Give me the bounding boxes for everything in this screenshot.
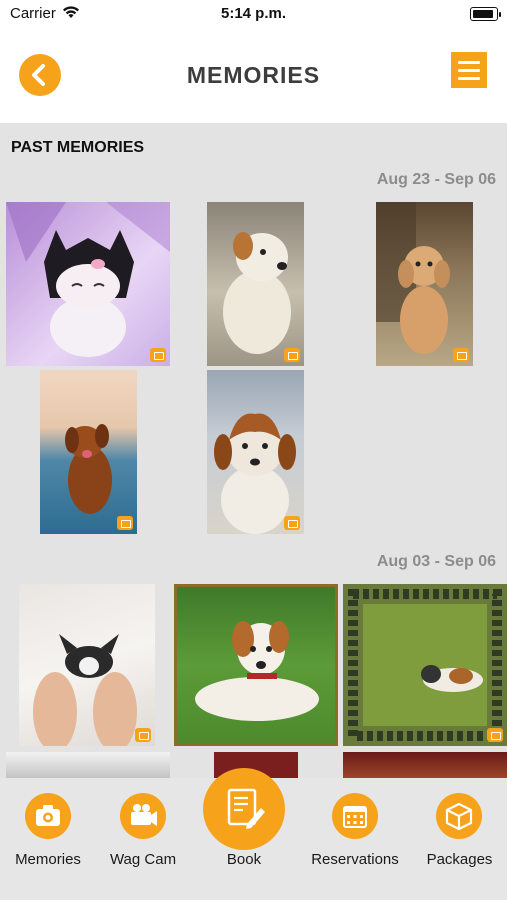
clock: 5:14 p.m.: [220, 5, 287, 22]
puppy-in-hands-image: [33, 634, 137, 746]
tab-packages[interactable]: Packages: [412, 778, 507, 900]
tab-memories[interactable]: Memories: [0, 778, 96, 900]
cat-jumping-image: [348, 589, 502, 741]
camera-icon: [36, 805, 60, 826]
memory-photo[interactable]: [207, 202, 304, 366]
tab-label: Reservations: [311, 851, 399, 868]
book-button[interactable]: [203, 768, 285, 850]
video-camera-icon: [131, 804, 157, 826]
video-badge-icon: [284, 516, 300, 530]
plush-image: [6, 202, 170, 357]
memory-photo[interactable]: [343, 752, 507, 778]
tab-label: Memories: [15, 851, 81, 868]
memory-photo[interactable]: [6, 202, 170, 366]
memory-photo[interactable]: [376, 202, 473, 366]
video-badge-icon: [135, 728, 151, 742]
memory-photo[interactable]: [40, 370, 137, 534]
video-badge-icon: [487, 728, 503, 742]
battery-icon: [470, 7, 501, 21]
calendar-icon: [343, 806, 367, 828]
page-title: MEMORIES: [186, 62, 321, 88]
video-badge-icon: [284, 348, 300, 362]
tab-wag-cam[interactable]: Wag Cam: [96, 778, 190, 900]
memories-list[interactable]: PAST MEMORIES Aug 23 - Sep 06 Aug 03 - S…: [0, 123, 507, 778]
dog-on-grass-image: [195, 621, 319, 721]
status-bar: Carrier 5:14 p.m.: [0, 0, 507, 28]
memory-photo[interactable]: [207, 370, 304, 534]
video-badge-icon: [117, 516, 133, 530]
menu-button[interactable]: [451, 52, 487, 88]
video-badge-icon: [150, 348, 166, 362]
section-title: PAST MEMORIES: [11, 139, 145, 156]
memory-photo[interactable]: [343, 584, 507, 746]
tab-reservations[interactable]: Reservations: [300, 778, 410, 900]
video-badge-icon: [453, 348, 469, 362]
memory-photo[interactable]: [6, 752, 170, 778]
hamburger-icon: [458, 61, 480, 64]
package-icon: [445, 802, 473, 831]
tab-label: Book: [226, 851, 262, 868]
puppy-image: [376, 202, 450, 354]
date-range: Aug 03 - Sep 06: [376, 553, 496, 570]
memory-photo[interactable]: [19, 584, 155, 746]
memory-photo[interactable]: [174, 584, 338, 746]
puppy-image: [214, 413, 296, 534]
tab-label: Wag Cam: [109, 851, 177, 868]
app-header: MEMORIES: [0, 28, 507, 123]
beach-dog-image: [65, 424, 112, 514]
book-edit-icon: [227, 788, 265, 829]
dog-image: [223, 232, 291, 354]
tab-label: Packages: [426, 851, 493, 868]
date-range: Aug 23 - Sep 06: [376, 171, 496, 188]
